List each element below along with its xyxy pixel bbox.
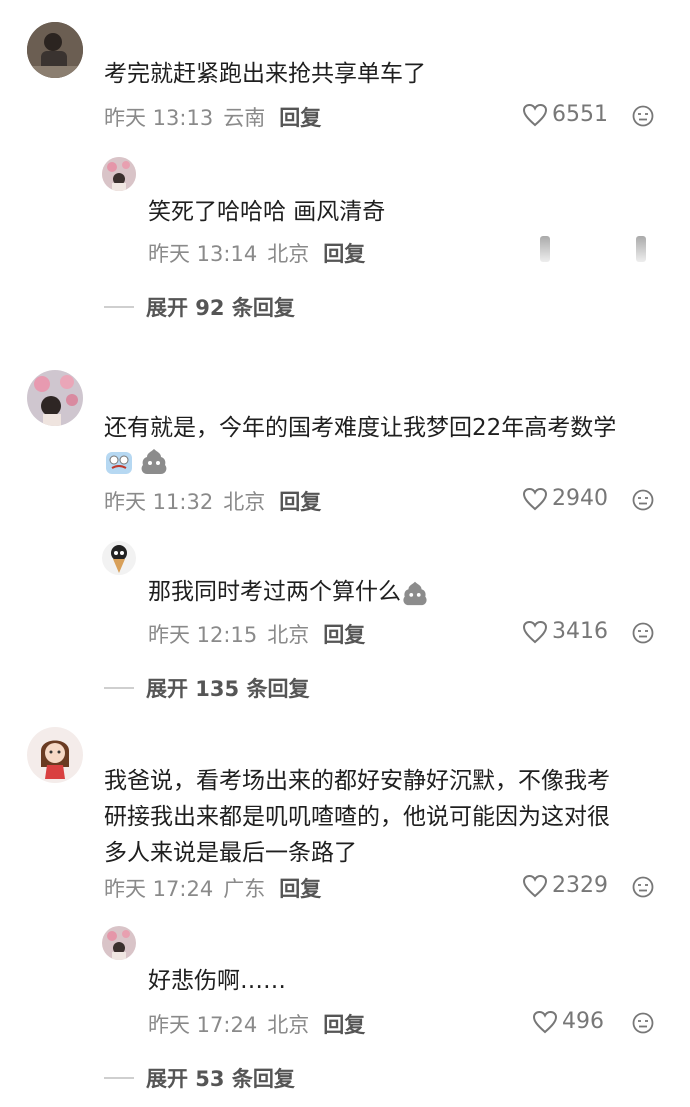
avatar[interactable]	[102, 157, 136, 191]
heart-outline-icon	[532, 1010, 558, 1033]
like-count: 2329	[552, 873, 608, 898]
avatar[interactable]	[27, 22, 83, 78]
comment-text: 考完就赶紧跑出来抢共享单车了	[104, 61, 426, 87]
like-button[interactable]: 2940	[522, 486, 608, 511]
dislike-face-icon[interactable]	[632, 622, 654, 644]
dislike-face-icon[interactable]	[632, 489, 654, 511]
reply-button[interactable]: 回复	[279, 490, 321, 514]
avatar[interactable]	[27, 727, 83, 783]
like-button[interactable]: 2329	[522, 873, 608, 898]
expand-replies-label: 展开 135 条回复	[146, 677, 310, 701]
avatar[interactable]	[102, 926, 136, 960]
comment-text: 研接我出来都是叽叽喳喳的，他说可能因为这对很	[104, 804, 610, 830]
comment-time: 昨天 17:24	[104, 877, 214, 901]
reply-time: 昨天 12:15	[148, 623, 258, 647]
comment-time: 昨天 11:32	[104, 490, 214, 514]
divider	[104, 687, 134, 689]
comment-text: 还有就是，今年的国考难度让我梦回22年高考数学	[104, 415, 617, 441]
comment-time: 昨天 13:13	[104, 106, 214, 130]
comment-meta: 昨天 11:32 北京 回复	[104, 486, 321, 516]
expand-replies-label: 展开 92 条回复	[146, 296, 295, 320]
like-button[interactable]: 3416	[522, 619, 608, 644]
reply-button[interactable]: 回复	[323, 623, 365, 647]
expand-replies-label: 展开 53 条回复	[146, 1067, 295, 1091]
reply-time: 昨天 13:14	[148, 242, 258, 266]
like-count: 6551	[552, 102, 608, 127]
comment-location: 云南	[223, 106, 266, 130]
comment-meta: 昨天 17:24 广东 回复	[104, 873, 321, 903]
avatar[interactable]	[27, 370, 83, 426]
reply-location: 北京	[267, 242, 310, 266]
heart-outline-icon	[522, 620, 548, 643]
reply-text: 好悲伤啊……	[148, 968, 286, 994]
poop-emoji-icon	[403, 581, 427, 605]
comment-location: 广东	[223, 877, 266, 901]
reply-location: 北京	[267, 623, 310, 647]
expand-replies-button[interactable]: 展开 135 条回复	[104, 673, 309, 703]
like-count: 496	[562, 1009, 604, 1034]
poop-emoji-icon	[141, 449, 167, 474]
dislike-face-icon[interactable]	[632, 1012, 654, 1034]
reply-button[interactable]: 回复	[279, 106, 321, 130]
reply-meta: 昨天 17:24 北京 回复	[148, 1009, 365, 1039]
avatar[interactable]	[102, 541, 136, 575]
comment-meta: 昨天 13:13 云南 回复	[104, 102, 321, 132]
comment-location: 北京	[223, 490, 266, 514]
heart-outline-icon	[522, 874, 548, 897]
like-count: 3416	[552, 619, 608, 644]
like-button[interactable]: 496	[532, 1009, 604, 1034]
expand-replies-button[interactable]: 展开 92 条回复	[104, 292, 295, 322]
dislike-face-icon[interactable]	[632, 105, 654, 127]
reply-meta: 昨天 13:14 北京 回复	[148, 238, 365, 268]
crying-emoji-icon	[106, 452, 132, 474]
dislike-face-icon[interactable]	[636, 236, 646, 262]
expand-replies-button[interactable]: 展开 53 条回复	[104, 1063, 295, 1093]
reply-button[interactable]: 回复	[323, 1013, 365, 1037]
reply-button[interactable]: 回复	[323, 242, 365, 266]
reply-time: 昨天 17:24	[148, 1013, 258, 1037]
like-button[interactable]: 6551	[522, 102, 608, 127]
reply-text: 那我同时考过两个算什么	[148, 574, 429, 610]
heart-outline-icon	[522, 103, 548, 126]
like-count: 2940	[552, 486, 608, 511]
reply-button[interactable]: 回复	[279, 877, 321, 901]
reply-text: 笑死了哈哈哈 画风清奇	[148, 199, 386, 225]
heart-outline-icon	[522, 487, 548, 510]
comment-text: 多人来说是最后一条路了	[104, 840, 357, 866]
divider	[104, 306, 134, 308]
divider	[104, 1077, 134, 1079]
like-button[interactable]	[540, 236, 550, 262]
dislike-face-icon[interactable]	[632, 876, 654, 898]
reply-text-content: 那我同时考过两个算什么	[148, 579, 401, 605]
reply-meta: 昨天 12:15 北京 回复	[148, 619, 365, 649]
comment-text: 我爸说，看考场出来的都好安静好沉默，不像我考	[104, 768, 610, 794]
reply-location: 北京	[267, 1013, 310, 1037]
emoji-row	[104, 446, 169, 476]
